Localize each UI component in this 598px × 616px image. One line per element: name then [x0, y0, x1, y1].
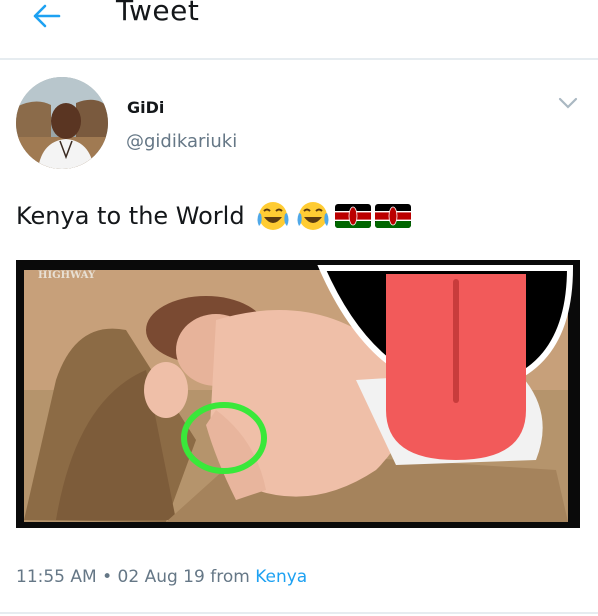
face-with-tears-of-joy-icon [257, 202, 289, 230]
avatar[interactable] [16, 77, 108, 169]
kenya-flag-icon [374, 204, 411, 228]
chevron-down-icon [558, 97, 578, 109]
face-with-tears-of-joy-icon [297, 202, 329, 230]
kenya-flag-icon [334, 204, 371, 228]
back-button[interactable] [26, 0, 66, 32]
user-handle[interactable]: @gidikariuki [126, 131, 237, 152]
profile-photo [16, 77, 108, 169]
tweet-text-content: Kenya to the World [16, 202, 245, 230]
tweet-media[interactable]: HIGHWAY [16, 260, 580, 528]
tweet-text: Kenya to the World [16, 196, 411, 236]
tweet-location-link[interactable]: Kenya [255, 567, 307, 587]
media-watermark: HIGHWAY [38, 270, 96, 281]
arrow-left-icon [33, 4, 61, 28]
top-bar: Tweet [0, 0, 598, 60]
tweet-date: 02 Aug 19 [117, 567, 205, 587]
timestamp-separator: • [102, 567, 113, 587]
divider [0, 612, 598, 614]
tweet-time: 11:55 AM [16, 567, 97, 587]
media-image: HIGHWAY [16, 260, 580, 528]
page-title: Tweet [116, 0, 200, 27]
from-label: from [210, 567, 250, 587]
tweet-timestamp: 11:55 AM • 02 Aug 19 from Kenya [16, 567, 307, 587]
tweet-menu-button[interactable] [556, 94, 580, 112]
display-name[interactable]: GiDi [127, 98, 164, 117]
emoji-row [255, 200, 411, 232]
